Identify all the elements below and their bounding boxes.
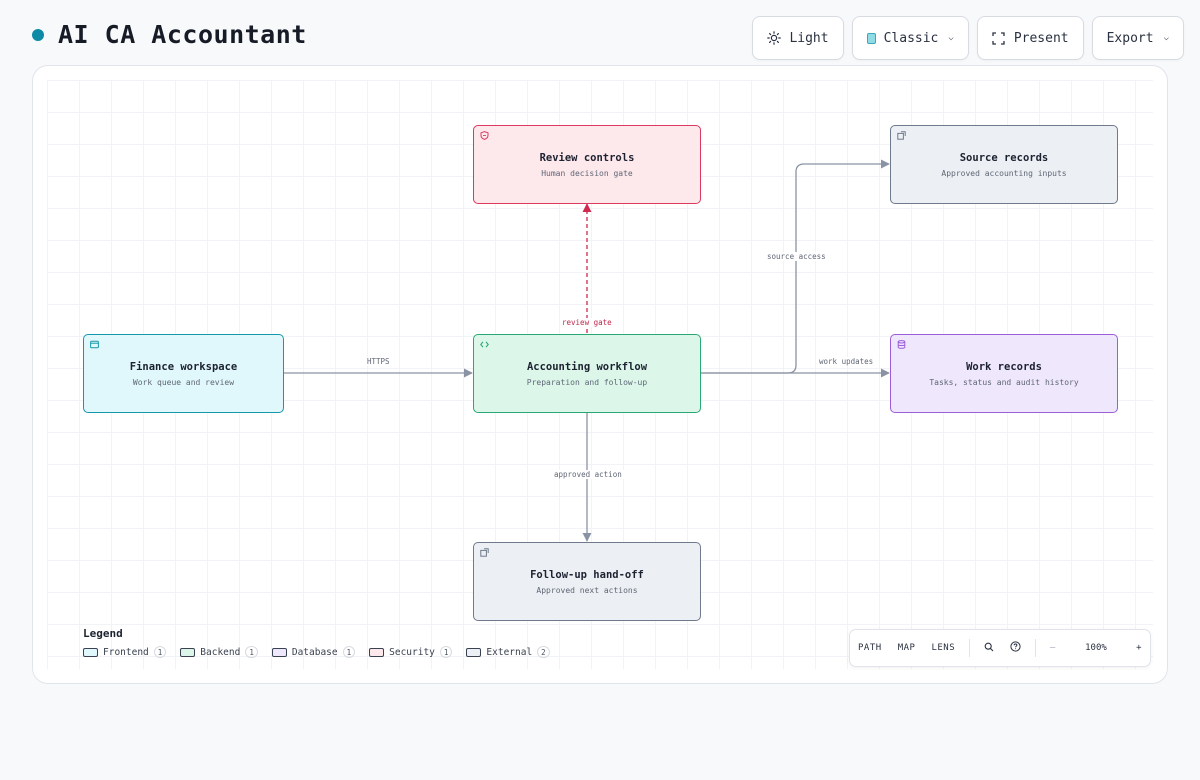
node-subtitle: Tasks, status and audit history: [929, 377, 1079, 387]
legend-count: 1: [439, 646, 453, 658]
node-title: Review controls: [539, 151, 635, 164]
zoom-out-button[interactable]: —: [1042, 630, 1064, 666]
legend-swatch: [271, 647, 287, 657]
node-subtitle: Approved accounting inputs: [941, 168, 1067, 178]
legend-label: Backend: [200, 646, 241, 658]
node-title: Finance workspace: [129, 360, 238, 373]
search-button[interactable]: [976, 630, 1002, 666]
fullscreen-icon: [992, 31, 1006, 45]
edge-label-work-updates: work updates: [817, 357, 876, 366]
legend-label: Security: [389, 646, 435, 658]
export-label: Export: [1106, 30, 1154, 46]
divider: [969, 639, 971, 657]
export-button[interactable]: Export ⌵: [1091, 16, 1184, 60]
legend-label: Database: [291, 646, 338, 658]
node-finance-workspace[interactable]: Finance workspace Work queue and review: [83, 334, 284, 413]
chevron-down-icon: ⌵: [948, 33, 954, 43]
legend-count: 1: [245, 646, 258, 658]
legend-count: 1: [153, 646, 167, 658]
light-label: Light: [789, 30, 829, 46]
status-dot: [32, 28, 44, 41]
node-review-controls[interactable]: Review controls Human decision gate: [473, 125, 701, 204]
present-label: Present: [1013, 30, 1069, 46]
legend: Legend Frontend 1 Backend 1 Database 1 S…: [83, 627, 550, 658]
chevron-down-icon: ⌵: [1163, 33, 1169, 43]
shield-icon: [480, 131, 489, 143]
node-subtitle: Approved next actions: [536, 585, 638, 595]
legend-swatch: [369, 647, 385, 657]
app-title: AI CA Accountant: [58, 20, 307, 49]
light-theme-button[interactable]: Light: [752, 16, 844, 60]
legend-title: Legend: [83, 627, 123, 640]
node-source-records[interactable]: Source records Approved accounting input…: [890, 125, 1118, 204]
legend-item-security[interactable]: Security 1: [369, 646, 453, 658]
edge-source-access: [701, 159, 890, 374]
zoom-in-button[interactable]: +: [1128, 630, 1150, 666]
legend-item-external[interactable]: External 2: [466, 646, 550, 658]
sun-icon: [767, 31, 782, 45]
legend-item-frontend[interactable]: Frontend 1: [83, 646, 167, 658]
map-controls: PATH MAP LENS — 100% +: [849, 629, 1151, 667]
node-subtitle: Human decision gate: [541, 168, 633, 178]
node-subtitle: Work queue and review: [132, 377, 235, 387]
toolbar: Light Classic ⌵ Present Export ⌵: [752, 16, 1184, 60]
node-subtitle: Preparation and follow-up: [526, 377, 648, 387]
map-button[interactable]: MAP: [890, 630, 924, 666]
header: AI CA Accountant Light Classic ⌵ Present…: [0, 0, 1200, 66]
edge-label-https: HTTPS: [365, 357, 392, 366]
legend-label: Frontend: [103, 646, 149, 658]
legend-swatch: [466, 647, 482, 657]
edge-label-source-access: source access: [765, 252, 828, 261]
node-work-records[interactable]: Work records Tasks, status and audit his…: [890, 334, 1118, 413]
search-icon: [984, 642, 994, 655]
database-icon: [897, 340, 906, 352]
path-button[interactable]: PATH: [850, 630, 890, 666]
legend-swatch: [180, 647, 196, 657]
legend-items: Frontend 1 Backend 1 Database 1 Security…: [83, 646, 550, 658]
theme-select-button[interactable]: Classic ⌵: [851, 16, 969, 60]
lens-button[interactable]: LENS: [923, 630, 963, 666]
external-link-icon: [480, 548, 489, 560]
title-area: AI CA Accountant: [32, 20, 307, 49]
help-icon: [1010, 641, 1021, 655]
help-button[interactable]: [1002, 630, 1029, 666]
node-follow-up-hand-off[interactable]: Follow-up hand-off Approved next actions: [473, 542, 701, 621]
legend-swatch: [83, 647, 98, 657]
zoom-level: 100%: [1085, 643, 1107, 653]
legend-count: 1: [342, 646, 356, 658]
node-title: Work records: [966, 360, 1042, 373]
node-accounting-workflow[interactable]: Accounting workflow Preparation and foll…: [473, 334, 701, 413]
diagram-canvas[interactable]: HTTPS review gate source access work upd…: [32, 65, 1168, 684]
edge-label-approved-action: approved action: [552, 470, 624, 479]
divider: [1035, 639, 1036, 657]
legend-item-backend[interactable]: Backend 1: [180, 646, 258, 658]
browser-window-icon: [90, 340, 99, 352]
legend-item-database[interactable]: Database 1: [271, 646, 356, 658]
external-link-icon: [897, 131, 906, 143]
theme-label: Classic: [883, 30, 939, 46]
legend-count: 2: [537, 646, 550, 658]
code-icon: [480, 340, 489, 352]
theme-swatch-icon: [866, 32, 876, 44]
present-button[interactable]: Present: [976, 16, 1084, 60]
node-title: Accounting workflow: [526, 360, 648, 373]
node-title: Follow-up hand-off: [530, 568, 644, 581]
legend-label: External: [486, 646, 533, 658]
edge-label-review-gate: review gate: [560, 318, 614, 327]
node-title: Source records: [959, 151, 1049, 164]
